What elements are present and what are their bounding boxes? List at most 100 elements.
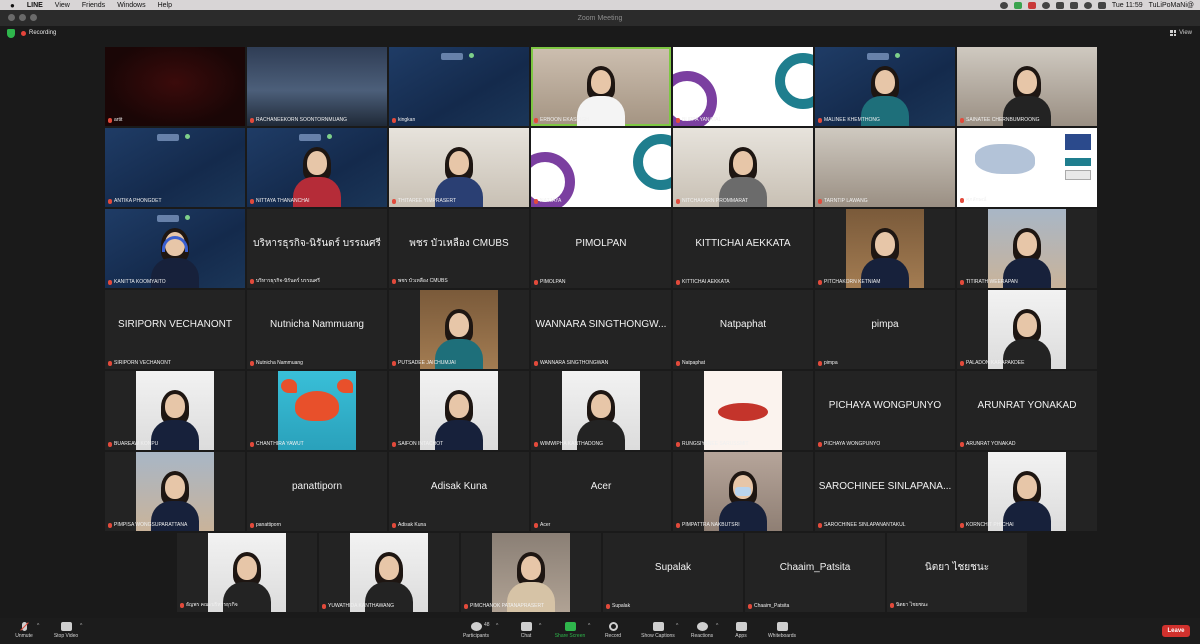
participant-tile[interactable]: นิตยา ไชยชนะ นิตยา ไชยชนะ bbox=[887, 533, 1027, 612]
control-center-icon[interactable] bbox=[1097, 1, 1106, 9]
participant-name-label: Adisak Kuna bbox=[392, 522, 426, 528]
minimize-window-icon[interactable] bbox=[19, 14, 26, 21]
participant-tile[interactable]: Nutnicha Nammuang Nutnicha Nammuang bbox=[247, 290, 387, 369]
participant-tile[interactable]: PIMOLPAN PIMOLPAN bbox=[531, 209, 671, 288]
participant-tile[interactable]: NATJAYA bbox=[531, 128, 671, 207]
participant-tile[interactable]: PICHAYA WONGPUNYO PICHAYA WONGPUNYO bbox=[815, 371, 955, 450]
participant-tile[interactable]: KANITTA KOOMYAITO bbox=[105, 209, 245, 288]
participant-tile[interactable]: SAIFON INTACHOT bbox=[389, 371, 529, 450]
view-button[interactable]: View bbox=[1170, 30, 1192, 36]
participant-tile[interactable]: WIMWIPHA KANTHADONG bbox=[531, 371, 671, 450]
cmubs-logo-icon bbox=[299, 134, 321, 141]
participant-name: PIMCHANOK PATANAPRASERT bbox=[470, 603, 545, 609]
share-screen-icon bbox=[564, 622, 576, 631]
participant-name: panattiporn bbox=[256, 522, 282, 528]
record-icon bbox=[608, 622, 618, 631]
line-tray-icon[interactable] bbox=[1013, 1, 1022, 9]
partner-logo-icon bbox=[185, 134, 190, 139]
menu-view[interactable]: View bbox=[55, 2, 70, 9]
participant-name-label: ศุภลักษณ์ bbox=[960, 196, 987, 204]
menu-windows[interactable]: Windows bbox=[117, 2, 145, 9]
participant-name: Chaaim_Patsita bbox=[754, 603, 790, 609]
recording-dot-icon bbox=[21, 30, 26, 36]
participant-name: pimpa bbox=[824, 360, 838, 366]
participant-tile[interactable]: TITIRATH WEERAPAN bbox=[957, 209, 1097, 288]
wifi-icon[interactable] bbox=[1055, 1, 1064, 9]
participant-tile[interactable]: PUTSADEE JAICHUMJAI bbox=[389, 290, 529, 369]
participant-tile[interactable]: MALINEE KHEMTHONG bbox=[815, 47, 955, 126]
participant-tile[interactable]: PIMPATTRA NAKBUTSRI bbox=[673, 452, 813, 531]
participant-tile[interactable]: บริหารธุรกิจ-นิรันดร์ บรรณศรี บริหารธุรกิ… bbox=[247, 209, 387, 288]
menu-app-line[interactable]: LINE bbox=[27, 2, 43, 9]
muted-mic-icon bbox=[676, 360, 680, 366]
participant-tile[interactable]: NITCHAKARN PROMMARAT bbox=[673, 128, 813, 207]
cloud-icon[interactable] bbox=[1041, 1, 1050, 9]
app-tray-icon[interactable] bbox=[1027, 1, 1036, 9]
participant-tile[interactable]: CHANTHIRA YAWUT bbox=[247, 371, 387, 450]
whiteboards-button[interactable]: Whiteboards bbox=[752, 622, 812, 639]
participant-name: KITTICHAI AEKKATA bbox=[682, 279, 730, 285]
participant-tile[interactable]: NITTAYA THANANCHAI bbox=[247, 128, 387, 207]
participant-tile[interactable]: kingkan bbox=[389, 47, 529, 126]
participant-tile[interactable]: ศุภลักษณ์ bbox=[957, 128, 1097, 207]
muted-mic-icon bbox=[606, 603, 610, 609]
participant-profile-photo bbox=[988, 290, 1066, 369]
participant-tile[interactable]: WANNARA SINGTHONGW... WANNARA SINGTHONGWA… bbox=[531, 290, 671, 369]
participant-tile[interactable]: KITTICHAI AEKKATA KITTICHAI AEKKATA bbox=[673, 209, 813, 288]
participant-tile[interactable]: Chaaim_Patsita Chaaim_Patsita bbox=[745, 533, 885, 612]
participant-tile[interactable]: ANTIKA PHONGDET bbox=[105, 128, 245, 207]
video-options-caret-icon[interactable]: ^ bbox=[80, 623, 82, 629]
zoom-window-icon[interactable] bbox=[30, 14, 37, 21]
menu-friends[interactable]: Friends bbox=[82, 2, 105, 9]
participant-tile[interactable]: RUNGSIYANEE SARUSSMIT bbox=[673, 371, 813, 450]
participant-tile[interactable]: PIMCHANOK PATANAPRASERT bbox=[461, 533, 601, 612]
participant-name: SIRIPORN VECHANONT bbox=[114, 360, 171, 366]
participant-tile[interactable]: SAROCHINEE SINLAPANA... SAROCHINEE SINLAP… bbox=[815, 452, 955, 531]
search-icon[interactable] bbox=[1083, 1, 1092, 9]
participant-tile[interactable]: ARUNRAT YONAKAD ARUNRAT YONAKAD bbox=[957, 371, 1097, 450]
participant-tile[interactable]: ธัญพร คณะบริหารธุรกิจ bbox=[177, 533, 317, 612]
participant-tile[interactable]: artit bbox=[105, 47, 245, 126]
participant-display-name: Adisak Kuna bbox=[430, 481, 488, 492]
leave-button[interactable]: Leave bbox=[1162, 625, 1190, 637]
participant-tile[interactable]: Acer Acer bbox=[531, 452, 671, 531]
participant-name: artit bbox=[114, 117, 123, 123]
participant-tile[interactable]: KORNCHIT PHICHAI bbox=[957, 452, 1097, 531]
participant-tile[interactable]: YUWATHIDA KANTHAWANG bbox=[319, 533, 459, 612]
participant-tile[interactable]: panattiporn panattiporn bbox=[247, 452, 387, 531]
menu-help[interactable]: Help bbox=[158, 2, 172, 9]
participant-tile[interactable]: PALADON KARAPAKDEE bbox=[957, 290, 1097, 369]
participants-icon bbox=[470, 622, 482, 631]
participant-tile[interactable]: Adisak Kuna Adisak Kuna bbox=[389, 452, 529, 531]
participant-tile[interactable]: SIRIPORN VECHANONT SIRIPORN VECHANONT bbox=[105, 290, 245, 369]
muted-mic-icon bbox=[960, 522, 964, 528]
apple-menu-icon[interactable]: ● bbox=[10, 1, 15, 10]
recording-indicator[interactable]: Recording bbox=[29, 30, 56, 36]
participant-tile[interactable]: Supalak Supalak bbox=[603, 533, 743, 612]
participant-tile[interactable]: ERBOON EKASINGH bbox=[531, 47, 671, 126]
participant-tile[interactable]: SAINATEE CHERNBUMROONG bbox=[957, 47, 1097, 126]
muted-mic-icon bbox=[960, 117, 964, 123]
participant-tile[interactable]: Natpaphat Natpaphat bbox=[673, 290, 813, 369]
battery-icon[interactable] bbox=[1069, 1, 1078, 9]
participant-tile[interactable]: THITAREE YIMPRASERT bbox=[389, 128, 529, 207]
menubar-clock[interactable]: Tue 11:59 bbox=[1112, 2, 1143, 9]
participant-tile[interactable]: TARNTIP LAWANG bbox=[815, 128, 955, 207]
participant-tile[interactable]: PIMPISA WONGSUPARATTANA bbox=[105, 452, 245, 531]
participant-tile[interactable]: พชร บัวเหลือง CMUBS พชร บัวเหลือง CMUBS bbox=[389, 209, 529, 288]
participant-tile[interactable]: PITCHAKORN KETNIAM bbox=[815, 209, 955, 288]
participant-tile[interactable]: BUAREAW KONPU bbox=[105, 371, 245, 450]
participant-name: Supalak bbox=[612, 603, 631, 609]
security-shield-icon[interactable] bbox=[7, 28, 15, 38]
cmubs-logo-icon bbox=[441, 53, 463, 60]
participant-tile[interactable]: pimpa pimpa bbox=[815, 290, 955, 369]
muted-mic-icon bbox=[250, 360, 254, 366]
close-window-icon[interactable] bbox=[8, 14, 15, 21]
menubar-user[interactable]: TuLiPoMaNi@ bbox=[1149, 2, 1194, 9]
muted-mic-icon bbox=[960, 279, 964, 285]
stop-video-button[interactable]: Stop Video bbox=[36, 622, 96, 639]
participant-tile[interactable]: RACHANEEKORN SOONTORNMUANG bbox=[247, 47, 387, 126]
zoom-tray-icon[interactable] bbox=[999, 1, 1008, 9]
view-button-label: View bbox=[1179, 30, 1192, 36]
participant-tile[interactable]: BUPPA YANATAL bbox=[673, 47, 813, 126]
